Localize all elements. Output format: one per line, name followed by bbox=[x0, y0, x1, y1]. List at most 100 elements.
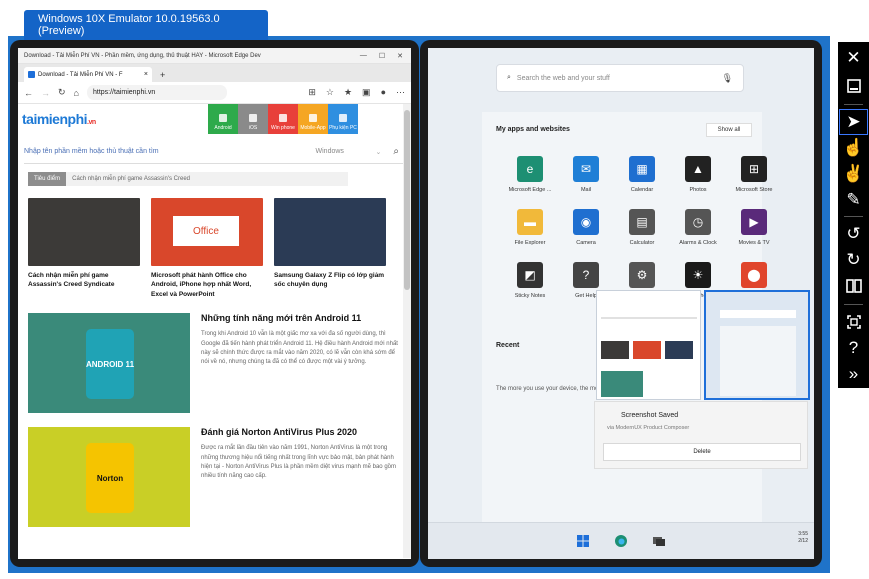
site-search[interactable]: Nhập tên phần mềm hoặc thủ thuật cần tìm… bbox=[24, 140, 405, 164]
fit-to-screen-icon[interactable] bbox=[838, 308, 869, 336]
app-name: Get Help bbox=[575, 293, 597, 299]
reader-icon[interactable]: ⊞ bbox=[308, 87, 316, 98]
platform-select[interactable]: Windows bbox=[316, 148, 376, 155]
start-search-input[interactable]: Search the web and your stuff bbox=[517, 75, 610, 82]
category-2[interactable]: Win phone bbox=[268, 104, 298, 134]
taskbar-clock[interactable]: 3:55 2/12 bbox=[798, 531, 808, 545]
category-0[interactable]: Android bbox=[208, 104, 238, 134]
app-name: Microsoft Edge ... bbox=[508, 187, 552, 193]
article-image[interactable]: ANDROID 11 bbox=[28, 313, 190, 414]
movies-icon: ▶ bbox=[741, 209, 767, 235]
category-3[interactable]: Mobile-App bbox=[298, 104, 328, 134]
collections-icon[interactable]: ▣ bbox=[362, 87, 371, 98]
article-image[interactable]: Norton bbox=[28, 427, 190, 528]
close-icon[interactable]: ✕ bbox=[397, 52, 403, 60]
card-title[interactable]: Cách nhận miễn phí game Assassin's Creed… bbox=[28, 271, 140, 290]
app-tile[interactable]: ⊞ Microsoft Store bbox=[726, 156, 782, 193]
app-name: Movies & TV bbox=[738, 240, 770, 246]
pointer-icon[interactable]: ➤ bbox=[838, 108, 869, 136]
app-tile[interactable]: e Microsoft Edge ... bbox=[502, 156, 558, 193]
featured-cards: Cách nhận miễn phí game Assassin's Creed… bbox=[18, 186, 411, 299]
app-tile[interactable]: ◷ Alarms & Clock bbox=[670, 209, 726, 246]
maximize-icon[interactable]: ☐ bbox=[379, 52, 385, 60]
app-tile[interactable]: ▲ Photos bbox=[670, 156, 726, 193]
store-icon: ⊞ bbox=[741, 156, 767, 182]
favorite-star-icon[interactable]: ☆ bbox=[326, 87, 334, 98]
article-card[interactable]: Samsung Galaxy Z Flip có lớp giảm sốc ch… bbox=[274, 198, 386, 299]
app-tile[interactable]: ◩ Sticky Notes bbox=[502, 262, 558, 299]
category-4[interactable]: Phụ kiện PC bbox=[328, 104, 358, 134]
home-icon[interactable]: ⌂ bbox=[74, 88, 79, 98]
screenshot-preview-left[interactable] bbox=[596, 290, 701, 400]
app-tile[interactable]: ▶ Movies & TV bbox=[726, 209, 782, 246]
card-image[interactable] bbox=[274, 198, 386, 266]
mail-icon: ✉ bbox=[573, 156, 599, 182]
card-title[interactable]: Microsoft phát hành Office cho Android, … bbox=[151, 271, 263, 299]
edge-titlebar: Download - Tải Miễn Phí VN - Phần mềm, ứ… bbox=[18, 48, 411, 64]
article-title[interactable]: Những tính năng mới trên Android 11 bbox=[201, 313, 403, 323]
site-logo[interactable]: taimienphi.vn bbox=[18, 111, 96, 127]
screenshot-preview-right[interactable] bbox=[704, 290, 810, 400]
app-name: Camera bbox=[576, 240, 596, 246]
dual-screen-icon[interactable] bbox=[838, 272, 869, 300]
expand-toolbar-icon[interactable]: » bbox=[838, 360, 869, 388]
close-icon[interactable]: ✕ bbox=[838, 44, 869, 72]
refresh-icon[interactable]: ↻ bbox=[58, 87, 66, 98]
emulator-app: Windows 10X Emulator 10.0.19563.0 (Previ… bbox=[0, 0, 869, 579]
article-badge: ANDROID 11 bbox=[86, 329, 134, 400]
card-image[interactable] bbox=[28, 198, 140, 266]
site-search-input[interactable]: Nhập tên phần mềm hoặc thủ thuật cần tìm bbox=[24, 148, 159, 155]
multi-touch-icon[interactable]: ✌ bbox=[838, 160, 869, 188]
category-icon bbox=[279, 114, 287, 122]
app-tile[interactable]: ▦ Calendar bbox=[614, 156, 670, 193]
category-nav: Android iOS Win phone Mobile-App Phụ kiện PC bbox=[208, 104, 358, 134]
microphone-icon[interactable]: 🎙 bbox=[722, 73, 733, 84]
chevron-down-icon: ⌄ bbox=[375, 148, 382, 156]
search-icon[interactable]: ⌕ bbox=[393, 146, 399, 157]
toast-subtitle: via ModernUX Product Composer bbox=[607, 425, 690, 431]
app-name: Photos bbox=[689, 187, 707, 193]
app-tile[interactable]: ✉ Mail bbox=[558, 156, 614, 193]
app-name: Alarms & Clock bbox=[679, 240, 717, 246]
scrollbar-thumb[interactable] bbox=[404, 110, 410, 290]
featured-bar: Tiêu điểm Cách nhận miễn phí game Assass… bbox=[28, 172, 348, 186]
back-icon[interactable]: ← bbox=[24, 88, 33, 98]
task-view-icon[interactable] bbox=[653, 535, 665, 547]
start-search-box[interactable]: ⌕ Search the web and your stuff 🎙 bbox=[496, 64, 744, 92]
favorites-icon[interactable]: ★ bbox=[344, 87, 352, 98]
forward-icon[interactable]: → bbox=[41, 88, 50, 98]
tab-close-icon[interactable]: × bbox=[144, 71, 148, 78]
pen-icon[interactable]: ✎ bbox=[838, 186, 869, 214]
browser-tab[interactable]: Download - Tải Miễn Phí VN - F × bbox=[24, 67, 152, 82]
article-excerpt: Được ra mắt lần đầu tiên vào năm 1991, N… bbox=[201, 445, 396, 480]
scrollbar[interactable] bbox=[403, 104, 411, 558]
article-card[interactable]: Cách nhận miễn phí game Assassin's Creed… bbox=[28, 198, 140, 299]
rotate-right-icon[interactable]: ↻ bbox=[838, 246, 869, 274]
category-1[interactable]: iOS bbox=[238, 104, 268, 134]
app-tile[interactable]: ▬ File Explorer bbox=[502, 209, 558, 246]
minimize-window-icon[interactable] bbox=[838, 72, 869, 100]
category-label: Phụ kiện PC bbox=[329, 125, 357, 131]
more-icon[interactable]: ⋯ bbox=[396, 87, 405, 98]
card-title[interactable]: Samsung Galaxy Z Flip có lớp giảm sốc ch… bbox=[274, 271, 386, 290]
window-title: Windows 10X Emulator 10.0.19563.0 (Previ… bbox=[24, 10, 268, 40]
app-tile[interactable]: ▤ Calculator bbox=[614, 209, 670, 246]
delete-button[interactable]: Delete bbox=[603, 443, 801, 461]
site-header: taimienphi.vn Android iOS Win phone Mobile-… bbox=[18, 104, 411, 134]
rotate-left-icon[interactable]: ↺ bbox=[838, 220, 869, 248]
show-all-button[interactable]: Show all bbox=[706, 123, 752, 137]
minimize-icon[interactable]: — bbox=[360, 52, 367, 60]
featured-link[interactable]: Cách nhận miễn phí game Assassin's Creed bbox=[72, 176, 190, 182]
article-card[interactable]: Office Microsoft phát hành Office cho And… bbox=[151, 198, 263, 299]
profile-icon[interactable]: ● bbox=[381, 87, 386, 98]
help-icon[interactable]: ? bbox=[838, 334, 869, 362]
app-name: Calendar bbox=[630, 187, 654, 193]
windows-logo-icon[interactable] bbox=[577, 535, 589, 547]
touch-icon[interactable]: ☝ bbox=[838, 134, 869, 162]
new-tab-button[interactable]: + bbox=[160, 70, 165, 82]
app-tile[interactable]: ◉ Camera bbox=[558, 209, 614, 246]
article-title[interactable]: Đánh giá Norton AntiVirus Plus 2020 bbox=[201, 427, 403, 437]
edge-icon[interactable] bbox=[615, 535, 627, 547]
card-image[interactable]: Office bbox=[151, 198, 263, 266]
address-bar[interactable]: https://taimienphi.vn bbox=[86, 85, 227, 100]
